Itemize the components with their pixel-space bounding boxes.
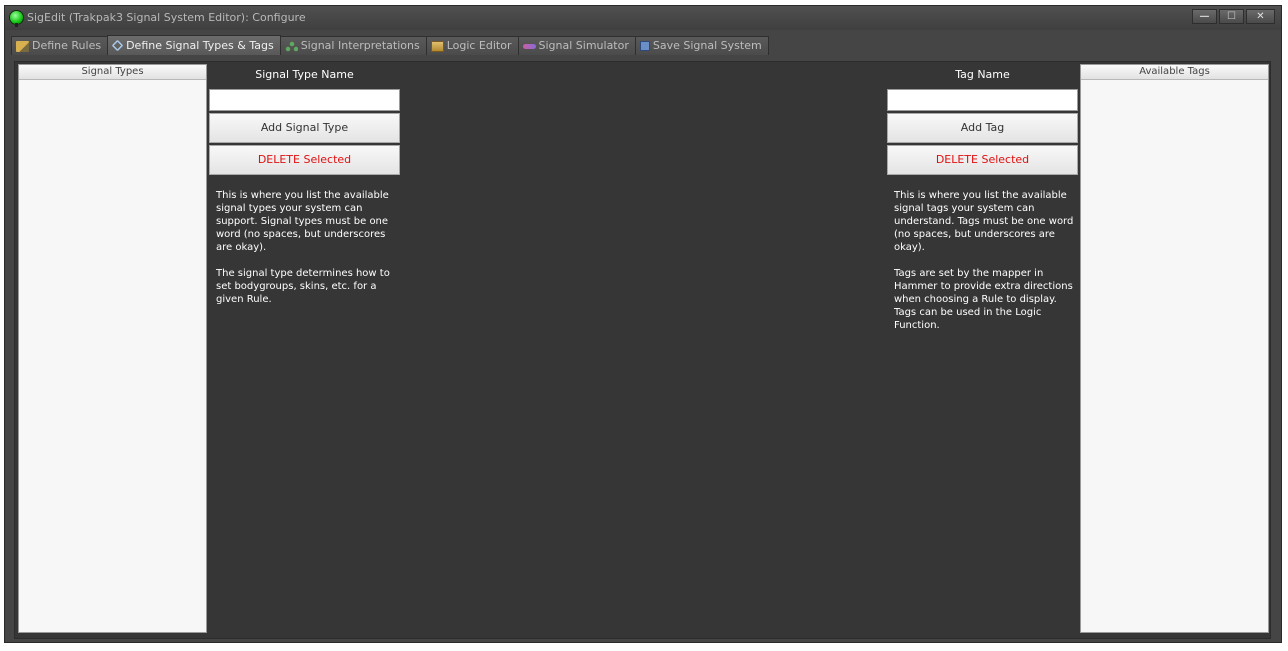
tab-label: Logic Editor <box>446 39 512 52</box>
tree-icon <box>284 40 298 52</box>
window-title: SigEdit (Trakpak3 Signal System Editor):… <box>27 11 306 24</box>
delete-selected-tag-button[interactable]: DELETE Selected <box>887 145 1078 175</box>
tag-column: Tag Name Add Tag DELETE Selected This is… <box>887 67 1078 345</box>
tab-logic-editor[interactable]: Logic Editor <box>425 36 519 55</box>
tag-desc-paragraph: Tags are set by the mapper in Hammer to … <box>894 268 1073 331</box>
app-window: SigEdit (Trakpak3 Signal System Editor):… <box>4 5 1282 643</box>
tag-icon <box>111 39 124 52</box>
title-bar[interactable]: SigEdit (Trakpak3 Signal System Editor):… <box>5 6 1281 30</box>
signal-types-header[interactable]: Signal Types <box>19 65 206 80</box>
tab-label: Signal Interpretations <box>300 39 420 52</box>
signal-type-name-input[interactable] <box>209 89 400 111</box>
tag-name-label: Tag Name <box>955 68 1010 81</box>
maximize-button[interactable]: ☐ <box>1219 9 1244 24</box>
minimize-button[interactable]: — <box>1192 9 1217 24</box>
close-button[interactable]: ✕ <box>1246 9 1275 24</box>
tab-label: Define Rules <box>32 39 102 52</box>
tab-signal-simulator[interactable]: Signal Simulator <box>517 36 636 55</box>
available-tags-list[interactable]: Available Tags <box>1080 64 1269 633</box>
wave-icon <box>522 43 536 49</box>
monitor-icon <box>430 40 444 52</box>
signal-type-desc-paragraph: The signal type determines how to set bo… <box>216 268 390 305</box>
tab-label: Define Signal Types & Tags <box>126 38 274 52</box>
tab-bar: Define Rules Define Signal Types & Tags … <box>11 35 769 55</box>
tab-define-signal-types-tags[interactable]: Define Signal Types & Tags <box>107 35 281 55</box>
pencil-icon <box>16 40 29 52</box>
tab-signal-interpretations[interactable]: Signal Interpretations <box>279 36 427 55</box>
window-controls: — ☐ ✕ <box>1192 9 1275 24</box>
add-signal-type-button[interactable]: Add Signal Type <box>209 113 400 143</box>
app-signal-icon <box>10 11 23 27</box>
tab-label: Signal Simulator <box>538 39 629 52</box>
signal-type-column: Signal Type Name Add Signal Type DELETE … <box>209 67 400 319</box>
signal-type-desc-paragraph: This is where you list the available sig… <box>216 190 389 253</box>
signal-type-description: This is where you list the available sig… <box>216 189 396 306</box>
signal-type-name-label: Signal Type Name <box>255 68 354 81</box>
delete-selected-signal-type-button[interactable]: DELETE Selected <box>209 145 400 175</box>
tag-name-input[interactable] <box>887 89 1078 111</box>
available-tags-header[interactable]: Available Tags <box>1081 65 1268 80</box>
disk-icon <box>639 41 650 51</box>
tab-label: Save Signal System <box>652 39 762 52</box>
tag-description: This is where you list the available sig… <box>894 189 1074 332</box>
tab-define-rules[interactable]: Define Rules <box>11 36 109 55</box>
tab-content-panel: Signal Types Signal Type Name Add Signal… <box>14 61 1271 639</box>
add-tag-button[interactable]: Add Tag <box>887 113 1078 143</box>
tag-desc-paragraph: This is where you list the available sig… <box>894 190 1074 253</box>
tab-save-signal-system[interactable]: Save Signal System <box>634 36 769 55</box>
signal-types-list[interactable]: Signal Types <box>18 64 207 633</box>
